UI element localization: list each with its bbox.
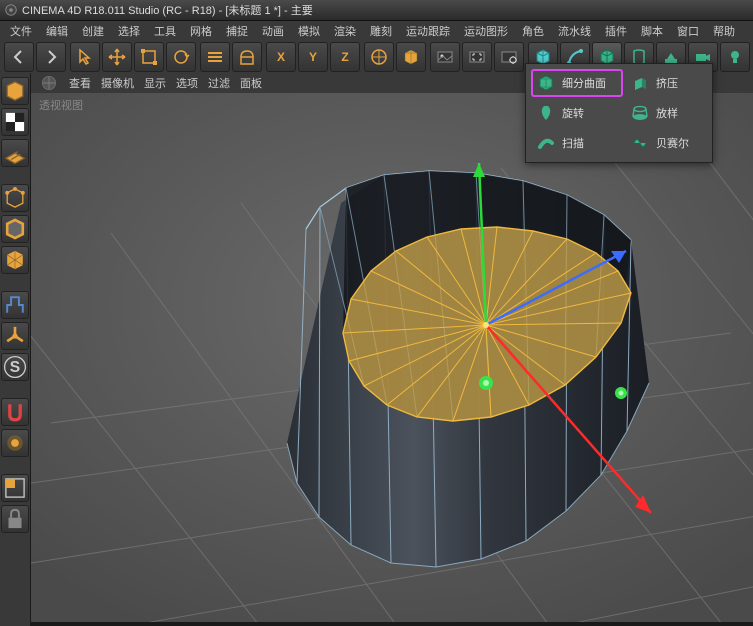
menu-tools[interactable]: 工具 <box>148 21 182 41</box>
workplane-button[interactable] <box>1 139 29 167</box>
viewport-3d[interactable]: 透视视图 <box>31 93 753 622</box>
subdiv-icon <box>536 73 556 93</box>
lathe-icon <box>536 103 556 123</box>
popup-label: 旋转 <box>562 105 584 121</box>
popup-bezier[interactable]: 贝赛尔 <box>626 130 706 156</box>
snap-button[interactable]: S <box>1 353 29 381</box>
tweak-button[interactable] <box>1 291 29 319</box>
viewmenu-camera[interactable]: 摄像机 <box>101 75 134 91</box>
viewmenu-filter[interactable]: 过滤 <box>208 75 230 91</box>
edge-mode-button[interactable] <box>1 215 29 243</box>
rotate-tool[interactable] <box>166 42 196 72</box>
viewmenu-view[interactable]: 查看 <box>69 75 91 91</box>
window-title: CINEMA 4D R18.011 Studio (RC - R18) - [未… <box>22 2 313 18</box>
coord-system-button[interactable] <box>364 42 394 72</box>
menu-snap[interactable]: 捕捉 <box>220 21 254 41</box>
select-tool[interactable] <box>70 42 100 72</box>
popup-loft[interactable]: 放样 <box>626 100 706 126</box>
menu-script[interactable]: 脚本 <box>635 21 669 41</box>
bezier-icon <box>630 133 650 153</box>
render-settings-button[interactable] <box>494 42 524 72</box>
axis-y-button[interactable]: Y <box>298 42 328 72</box>
menu-mesh[interactable]: 网格 <box>184 21 218 41</box>
menu-help[interactable]: 帮助 <box>707 21 741 41</box>
menu-plugins[interactable]: 插件 <box>599 21 633 41</box>
viewport-solo-button[interactable] <box>1 474 29 502</box>
axis-mode-button[interactable] <box>1 322 29 350</box>
redo-button[interactable] <box>36 42 66 72</box>
title-bar: CINEMA 4D R18.011 Studio (RC - R18) - [未… <box>0 0 753 21</box>
sweep-icon <box>536 133 556 153</box>
point-mode-button[interactable] <box>1 184 29 212</box>
app-icon <box>4 3 18 17</box>
generator-popup[interactable]: 细分曲面 挤压 旋转 放样 扫描 贝赛尔 <box>525 63 713 163</box>
magnet-button[interactable] <box>1 398 29 426</box>
viewport-handle-icon[interactable] <box>39 73 59 93</box>
render-region-button[interactable] <box>462 42 492 72</box>
scene-canvas <box>31 93 753 622</box>
axis-x-button[interactable]: X <box>266 42 296 72</box>
undo-button[interactable] <box>4 42 34 72</box>
light-button[interactable] <box>720 42 750 72</box>
poly-mode-button[interactable] <box>1 246 29 274</box>
move-tool[interactable] <box>102 42 132 72</box>
popup-label: 细分曲面 <box>562 75 606 91</box>
viewmenu-panel[interactable]: 面板 <box>240 75 262 91</box>
popup-label: 放样 <box>656 105 678 121</box>
viewmenu-display[interactable]: 显示 <box>144 75 166 91</box>
menu-select[interactable]: 选择 <box>112 21 146 41</box>
popup-subdivision-surface[interactable]: 细分曲面 <box>532 70 622 96</box>
extrude-icon <box>630 73 650 93</box>
lock-button[interactable] <box>1 505 29 533</box>
menu-bar: 文件 编辑 创建 选择 工具 网格 捕捉 动画 模拟 渲染 雕刻 运动跟踪 运动… <box>0 21 753 41</box>
left-toolbar: S <box>0 73 30 626</box>
menu-char[interactable]: 角色 <box>516 21 550 41</box>
popup-extrude[interactable]: 挤压 <box>626 70 706 96</box>
popup-sweep[interactable]: 扫描 <box>532 130 622 156</box>
menu-pipeline[interactable]: 流水线 <box>552 21 597 41</box>
popup-label: 贝赛尔 <box>656 135 689 151</box>
menu-create[interactable]: 创建 <box>76 21 110 41</box>
render-pic-button[interactable] <box>430 42 460 72</box>
popup-label: 挤压 <box>656 75 678 91</box>
menu-mograph[interactable]: 运动图形 <box>458 21 514 41</box>
viewport-label: 透视视图 <box>39 97 83 113</box>
soft-select-button[interactable] <box>1 429 29 457</box>
loft-icon <box>630 103 650 123</box>
menu-track[interactable]: 运动跟踪 <box>400 21 456 41</box>
locked-tool[interactable] <box>232 42 262 72</box>
viewmenu-options[interactable]: 选项 <box>176 75 198 91</box>
menu-render[interactable]: 渲染 <box>328 21 362 41</box>
menu-anim[interactable]: 动画 <box>256 21 290 41</box>
scale-tool[interactable] <box>134 42 164 72</box>
axis-z-button[interactable]: Z <box>330 42 360 72</box>
texture-mode-button[interactable] <box>1 108 29 136</box>
history-button[interactable] <box>200 42 230 72</box>
menu-sculpt[interactable]: 雕刻 <box>364 21 398 41</box>
svg-text:S: S <box>10 359 20 376</box>
popup-lathe[interactable]: 旋转 <box>532 100 622 126</box>
menu-sim[interactable]: 模拟 <box>292 21 326 41</box>
popup-label: 扫描 <box>562 135 584 151</box>
model-mode-button[interactable] <box>1 77 29 105</box>
cube-orange-button[interactable] <box>396 42 426 72</box>
menu-file[interactable]: 文件 <box>4 21 38 41</box>
menu-window[interactable]: 窗口 <box>671 21 705 41</box>
menu-edit[interactable]: 编辑 <box>40 21 74 41</box>
